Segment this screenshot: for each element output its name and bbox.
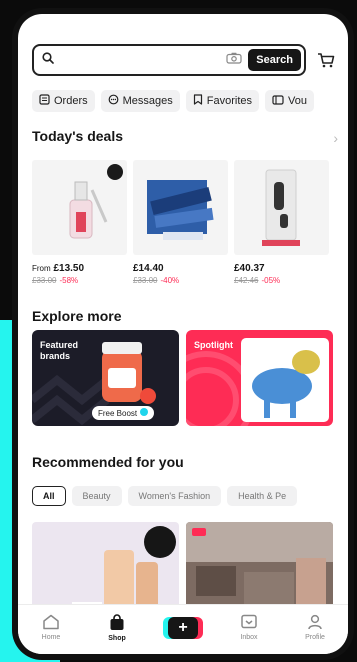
deals-list: From £13.50 £33.00 -58% £14.40 £33.00 -4…: [32, 160, 348, 285]
camera-icon[interactable]: [226, 51, 242, 69]
deal-price: £40.37: [234, 263, 265, 274]
home-icon: [42, 614, 60, 632]
featured-brands-tile[interactable]: Featured brands Free Boost: [32, 330, 179, 426]
deal-price-prefix: From: [32, 264, 51, 273]
deal-original-price: £33.00: [133, 276, 158, 285]
category-filters: All Beauty Women's Fashion Health & Pe: [32, 486, 348, 506]
messages-icon: [108, 94, 119, 108]
favorites-shortcut[interactable]: Favorites: [185, 90, 260, 112]
filter-health[interactable]: Health & Pe: [227, 486, 298, 506]
deal-original-price: £33.00: [32, 276, 57, 285]
messages-shortcut[interactable]: Messages: [100, 90, 180, 112]
free-boost-label: Free Boost: [98, 408, 138, 418]
filter-beauty[interactable]: Beauty: [71, 486, 122, 506]
free-boost-chip: Free Boost: [92, 406, 155, 420]
deal-meta: £33.00 -40%: [133, 276, 228, 285]
orders-shortcut[interactable]: Orders: [32, 90, 95, 112]
phone-frame: Search Orders Messages Favorites Vou Tod…: [12, 8, 354, 660]
deal-item[interactable]: From £13.50 £33.00 -58%: [32, 160, 127, 285]
tab-profile-label: Profile: [305, 634, 325, 641]
orders-label: Orders: [54, 95, 88, 107]
tab-shop[interactable]: Shop: [95, 613, 139, 642]
create-button[interactable]: +: [163, 616, 203, 639]
deal-meta: £42.46 -05%: [234, 276, 329, 285]
chevron-right-icon[interactable]: ›: [333, 130, 338, 146]
vouchers-shortcut[interactable]: Vou: [265, 90, 314, 112]
spotlight-tile[interactable]: Spotlight: [186, 330, 333, 426]
deal-discount: -58%: [59, 276, 79, 285]
tab-inbox-label: Inbox: [240, 634, 258, 641]
app-screen: Search Orders Messages Favorites Vou Tod…: [18, 14, 348, 654]
deal-price: £13.50: [53, 263, 85, 274]
search-input[interactable]: [60, 53, 227, 67]
filter-all[interactable]: All: [32, 486, 66, 506]
filter-womens-fashion[interactable]: Women's Fashion: [127, 486, 222, 506]
tab-home[interactable]: Home: [29, 614, 73, 641]
recommended-title: Recommended for you: [32, 454, 184, 470]
search-icon: [42, 51, 54, 69]
deal-image-bars: [133, 160, 228, 255]
bottom-tab-bar: Home Shop + Inbox Profile: [18, 604, 348, 654]
tab-home-label: Home: [41, 634, 61, 641]
deal-price-row: £14.40: [133, 263, 228, 274]
tab-create[interactable]: +: [161, 616, 205, 639]
orders-icon: [39, 94, 50, 108]
search-button[interactable]: Search: [248, 49, 301, 71]
deal-price: £14.40: [133, 263, 164, 274]
deal-discount: -05%: [261, 276, 281, 285]
explore-tiles: Featured brands Free Boost Spotlight: [32, 330, 342, 426]
tab-profile[interactable]: Profile: [293, 614, 337, 641]
messages-label: Messages: [122, 95, 173, 107]
bookmark-icon: [193, 94, 203, 108]
inbox-icon: [240, 614, 258, 632]
search-box[interactable]: Search: [32, 44, 306, 76]
explore-title: Explore more: [32, 308, 122, 324]
search-row: Search: [32, 44, 338, 76]
shortcut-bar: Orders Messages Favorites Vou: [32, 90, 348, 112]
deals-title: Today's deals: [32, 128, 123, 144]
deal-discount: -40%: [160, 276, 180, 285]
deal-price-row: £40.37: [234, 263, 329, 274]
shopping-bag-icon: [109, 613, 125, 633]
deal-price-row: From £13.50: [32, 263, 127, 274]
cart-icon[interactable]: [314, 52, 338, 68]
featured-brands-label: Featured brands: [40, 340, 79, 361]
check-badge-icon: [140, 408, 149, 418]
deal-original-price: £42.46: [234, 276, 259, 285]
vouchers-label: Vou: [288, 95, 307, 107]
deal-item[interactable]: £40.37 £42.46 -05%: [234, 160, 329, 285]
deal-meta: £33.00 -58%: [32, 276, 127, 285]
tab-inbox[interactable]: Inbox: [227, 614, 271, 641]
deal-item[interactable]: £14.40 £33.00 -40%: [133, 160, 228, 285]
live-badge-icon: [107, 164, 123, 180]
deal-image-device: [234, 160, 329, 255]
spotlight-label: Spotlight: [194, 340, 233, 350]
tab-shop-label: Shop: [108, 634, 126, 642]
voucher-icon: [272, 94, 284, 108]
profile-icon: [307, 614, 323, 632]
favorites-label: Favorites: [206, 95, 253, 107]
plus-icon: +: [168, 616, 198, 639]
deal-image-serum: [32, 160, 127, 255]
